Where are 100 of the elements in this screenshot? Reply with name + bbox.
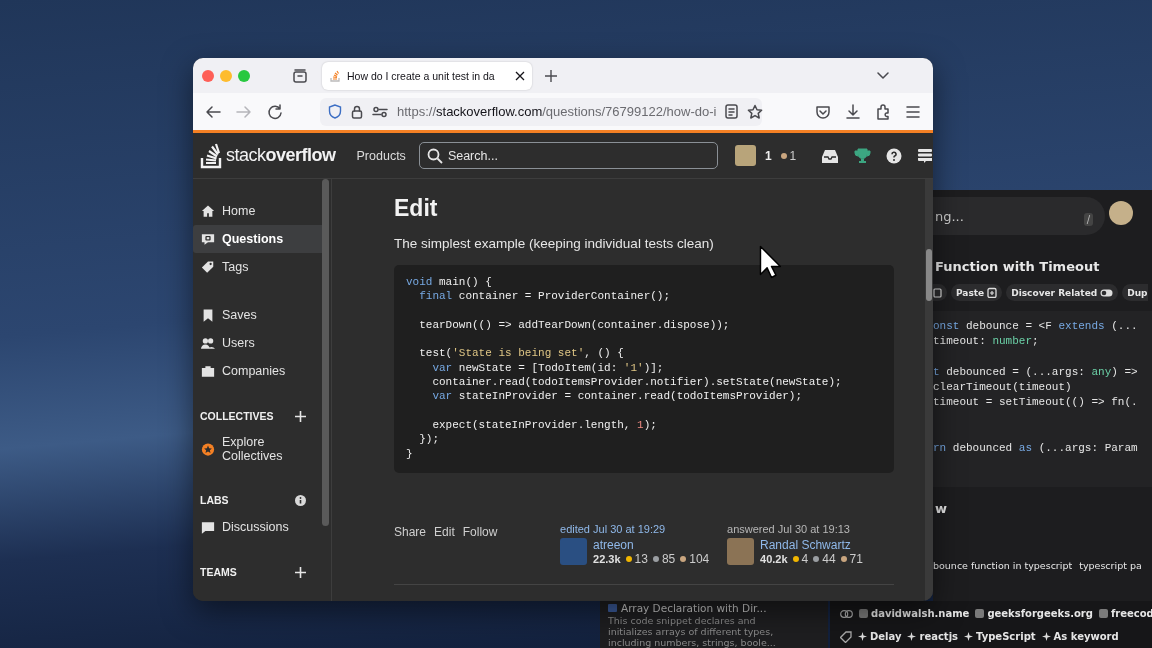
site-switcher-icon[interactable] [917,147,933,164]
section-heading: COLLECTIVES [200,410,274,422]
plus-icon[interactable] [295,410,306,422]
permissions-icon[interactable] [372,105,388,118]
site-favicon [1098,609,1108,618]
shortcut-key: / [1083,213,1093,226]
briefcase-icon [201,363,215,379]
search-suggestion[interactable]: typescript pa [1079,559,1142,571]
answer-text: The simplest example (keeping individual tests clean) [394,236,715,251]
post-menu-link[interactable]: Edit [434,524,455,566]
code-line: t debounced = (...args: any) => [933,364,1139,380]
action-chip[interactable]: Dup [1122,284,1148,301]
browser-tab[interactable]: How do I create a unit test in da [322,61,532,90]
source-link[interactable]: geeksforgeeks.org [987,608,1093,619]
download-icon[interactable] [845,103,861,120]
user-name-link[interactable]: atreeon [593,537,710,552]
post-menu-link[interactable]: Share [394,524,427,566]
chevron-down-icon[interactable] [877,71,889,80]
help-icon[interactable] [886,147,903,164]
code-line: timeout = setTimeout(() => fn(. [933,395,1139,411]
sidebar-item[interactable]: Questions [193,225,322,253]
sparkle-icon [907,632,917,641]
answer-date: answered Jul 30 at 19:13 [727,522,851,535]
action-chip[interactable] [933,284,947,301]
code-line: final container = ProviderContainer(); [418,289,672,304]
bookmark-icon [201,307,215,323]
badge-count: 85 [661,551,676,566]
reload-icon[interactable] [267,103,283,120]
sidebar-item[interactable]: Home [193,197,322,225]
badge-count: 71 [849,551,863,566]
code-line: } [406,446,414,461]
code-line: clearTimeout(timeout) [933,380,1073,396]
source-link[interactable]: freecod [1110,608,1152,619]
inbox-icon[interactable] [821,147,840,164]
section-heading: TEAMS [200,566,237,578]
revision-link[interactable]: edited Jul 30 at 19:29 [560,522,727,535]
topic-tag[interactable]: reactjs [919,631,959,642]
copy-icon [933,287,942,298]
extensions-icon[interactable] [875,103,891,120]
home-icon [201,203,215,219]
sparkle-icon [964,632,974,641]
action-chip[interactable]: Paste [951,284,1003,301]
info-icon[interactable] [295,494,306,506]
snippet-card-description: This code snippet declares and initializes arrays of different types, including numbers, strings, boole... [608,615,777,648]
code-line: test('State is being set', () { [418,346,625,361]
sidebar-item[interactable]: Discussions [193,513,322,541]
sidebar-item[interactable]: Saves [193,301,322,329]
file-icon [608,604,617,612]
trophy-icon[interactable] [854,147,872,164]
reputation-score: 22.3k [593,552,621,565]
user-avatar[interactable] [1109,200,1133,225]
code-line: var newState = [TodoItem(id: '1')]; [431,360,665,376]
scrollbar-thumb[interactable] [322,179,329,526]
sidebar-item[interactable]: Companies [193,357,322,385]
speech-bubble-icon [201,519,215,535]
site-favicon [975,609,985,618]
code-line: rn debounced as (...args: Param [933,441,1139,457]
reputation-count: 1 [764,148,772,163]
pocket-icon[interactable] [815,103,831,120]
reputation-score: 40.2k [760,552,788,565]
site-logo-text[interactable]: stackoverflow [226,145,336,166]
reader-view-icon[interactable] [725,104,739,119]
sparkle-icon [1041,632,1051,641]
plus-icon[interactable] [295,566,306,578]
search-field[interactable]: Search... [418,142,718,169]
topic-tag[interactable]: TypeScript [976,631,1036,642]
shield-icon[interactable] [328,104,342,119]
new-tab-icon[interactable] [545,69,557,82]
search-suggestion[interactable]: bounce function in typescript [933,559,1073,571]
address-bar[interactable]: https://stackoverflow.com/questions/76799122/how-do-i [320,97,762,126]
topic-tag[interactable]: As keyword [1053,631,1119,642]
post-menu-link[interactable]: Follow [462,524,498,566]
back-arrow-icon[interactable] [205,103,221,120]
sidebar-item[interactable]: Users [193,329,322,357]
sparkle-icon [858,632,867,641]
snippet-card[interactable]: Array Declaration with Dir... This code snippet declares and initializes arrays of different types, including numbers, strings, boole... [600,601,828,648]
scrollbar-thumb[interactable] [926,249,932,301]
tab-overview-icon[interactable] [292,67,308,84]
topic-tag[interactable]: Delay [870,631,902,642]
source-link[interactable]: davidwalsh.name [871,608,970,619]
answer-heading: Edit [394,195,439,222]
site-favicon [859,609,868,618]
sidebar-item[interactable]: Explore Collectives [193,429,322,469]
code-line: tearDown(() => addTearDown(container.dispose)); [418,317,731,333]
menu-icon[interactable] [905,103,921,120]
user-name-link[interactable]: Randal Schwartz [760,537,863,552]
close-icon[interactable] [515,70,525,81]
action-chip[interactable]: Discover Related [1006,284,1119,301]
user-avatar[interactable] [734,145,756,166]
products-link[interactable]: Products [348,142,414,169]
stack-favicon [329,69,341,82]
sidebar-item[interactable]: Tags [193,253,322,281]
stack-logo-icon[interactable] [200,142,224,169]
code-line: timeout: number; [933,334,1040,350]
tag-icon [201,259,215,275]
lock-icon[interactable] [351,104,363,119]
badge-count: 4 [801,551,809,566]
clipboard-icon [987,287,998,298]
close-button[interactable] [202,69,214,82]
star-icon[interactable] [747,103,764,120]
